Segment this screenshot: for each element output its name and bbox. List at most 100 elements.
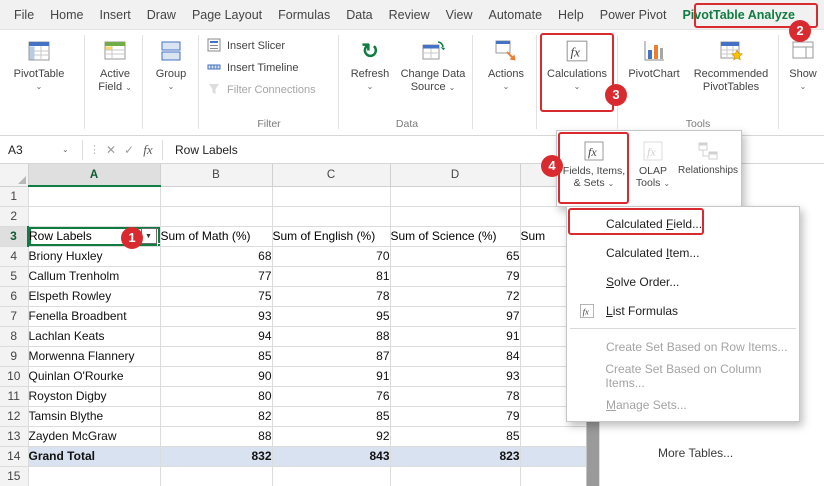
cell[interactable]: 94	[160, 326, 272, 346]
name-box[interactable]: A3	[0, 143, 62, 157]
menu-item-calculated-field[interactable]: Calculated Field...	[567, 209, 799, 238]
menu-item-create-set-row-items[interactable]: Create Set Based on Row Items...	[567, 332, 799, 361]
cell[interactable]: Briony Huxley	[28, 246, 160, 266]
tab-pivottable-analyze[interactable]: PivotTable Analyze	[674, 0, 803, 30]
insert-function-icon[interactable]: fx	[138, 142, 158, 158]
cell[interactable]: 78	[272, 286, 390, 306]
cell[interactable]: 70	[272, 246, 390, 266]
cell-sum-science-header[interactable]: Sum of Science (%)	[390, 226, 520, 246]
cell[interactable]: Lachlan Keats	[28, 326, 160, 346]
cell[interactable]: 91	[272, 366, 390, 386]
cell[interactable]: 92	[272, 426, 390, 446]
column-header-a[interactable]: A	[28, 164, 160, 186]
column-header-b[interactable]: B	[160, 164, 272, 186]
filter-connections-button[interactable]: Filter Connections	[206, 80, 316, 100]
tab-power-pivot[interactable]: Power Pivot	[592, 0, 675, 30]
cell[interactable]	[272, 206, 390, 226]
cell[interactable]: 76	[272, 386, 390, 406]
cell[interactable]: Elspeth Rowley	[28, 286, 160, 306]
cell[interactable]: Fenella Broadbent	[28, 306, 160, 326]
row-header[interactable]: 8	[0, 326, 28, 346]
name-box-chevron-icon[interactable]: ⌄	[62, 145, 78, 154]
row-header[interactable]: 13	[0, 426, 28, 446]
change-data-source-button[interactable]: Change Data Source⌄	[398, 34, 468, 126]
cell-grand-total[interactable]: Grand Total	[28, 446, 160, 466]
tab-help[interactable]: Help	[550, 0, 592, 30]
tab-data[interactable]: Data	[338, 0, 380, 30]
active-field-button[interactable]: Active Field⌄	[90, 34, 140, 126]
cell[interactable]: 88	[160, 426, 272, 446]
cell[interactable]: 843	[272, 446, 390, 466]
column-header-c[interactable]: C	[272, 164, 390, 186]
cell[interactable]	[390, 466, 520, 486]
cancel-icon[interactable]: ✕	[102, 143, 120, 157]
cell[interactable]: 93	[390, 366, 520, 386]
cell[interactable]: 79	[390, 406, 520, 426]
row-header[interactable]: 7	[0, 306, 28, 326]
tab-home[interactable]: Home	[42, 0, 91, 30]
cell[interactable]	[520, 466, 586, 486]
cell[interactable]	[160, 206, 272, 226]
tab-automate[interactable]: Automate	[481, 0, 551, 30]
row-header[interactable]: 5	[0, 266, 28, 286]
cell[interactable]: 823	[390, 446, 520, 466]
cell[interactable]	[28, 466, 160, 486]
cell[interactable]	[28, 186, 160, 206]
row-header[interactable]: 11	[0, 386, 28, 406]
cell[interactable]	[160, 186, 272, 206]
formula-bar-handle-icon[interactable]: ⋮	[89, 143, 100, 156]
insert-slicer-button[interactable]: Insert Slicer	[206, 36, 285, 56]
cell[interactable]: 97	[390, 306, 520, 326]
cell[interactable]: 79	[390, 266, 520, 286]
cell[interactable]: 85	[390, 426, 520, 446]
cell[interactable]: 832	[160, 446, 272, 466]
cell[interactable]: Morwenna Flannery	[28, 346, 160, 366]
tab-review[interactable]: Review	[381, 0, 438, 30]
row-header[interactable]: 15	[0, 466, 28, 486]
refresh-button[interactable]: ↻ Refresh ⌄	[346, 34, 394, 126]
pivottable-button[interactable]: PivotTable ⌄	[8, 34, 70, 126]
column-header-d[interactable]: D	[390, 164, 520, 186]
cell[interactable]	[390, 206, 520, 226]
more-tables-link[interactable]: More Tables...	[658, 446, 733, 460]
cell[interactable]	[28, 206, 160, 226]
cell[interactable]: Royston Digby	[28, 386, 160, 406]
cell-sum-math-header[interactable]: Sum of Math (%)	[160, 226, 272, 246]
row-header[interactable]: 2	[0, 206, 28, 226]
olap-tools-button[interactable]: fx OLAP Tools⌄	[629, 134, 677, 204]
row-header[interactable]: 12	[0, 406, 28, 426]
insert-timeline-button[interactable]: Insert Timeline	[206, 58, 299, 78]
cell[interactable]: 65	[390, 246, 520, 266]
cell[interactable]: 68	[160, 246, 272, 266]
group-button[interactable]: Group ⌄	[148, 34, 194, 126]
enter-icon[interactable]: ✓	[120, 143, 138, 157]
cell[interactable]: 91	[390, 326, 520, 346]
cell[interactable]	[272, 466, 390, 486]
fill-handle[interactable]	[157, 243, 161, 247]
row-header[interactable]: 3	[0, 226, 28, 246]
relationships-button[interactable]: Relationships	[677, 134, 739, 204]
cell[interactable]: 88	[272, 326, 390, 346]
cell-sum-english-header[interactable]: Sum of English (%)	[272, 226, 390, 246]
cell[interactable]: Quinlan O'Rourke	[28, 366, 160, 386]
tab-view[interactable]: View	[438, 0, 481, 30]
cell[interactable]: 72	[390, 286, 520, 306]
tab-draw[interactable]: Draw	[139, 0, 184, 30]
cell[interactable]: 81	[272, 266, 390, 286]
calculations-button[interactable]: fx Calculations ⌄	[541, 34, 613, 126]
row-header[interactable]: 10	[0, 366, 28, 386]
tab-file[interactable]: File	[6, 0, 42, 30]
row-header[interactable]: 14	[0, 446, 28, 466]
fields-items-sets-button[interactable]: fx Fields, Items, & Sets⌄	[559, 134, 629, 204]
cell[interactable]: Callum Trenholm	[28, 266, 160, 286]
menu-item-calculated-item[interactable]: Calculated Item...	[567, 238, 799, 267]
menu-item-list-formulas[interactable]: fx List Formulas	[567, 296, 799, 325]
row-header[interactable]: 1	[0, 186, 28, 206]
recommended-pivottables-button[interactable]: Recommended PivotTables	[688, 34, 774, 126]
cell[interactable]: Tamsin Blythe	[28, 406, 160, 426]
show-button[interactable]: Show ⌄	[782, 34, 824, 126]
row-header[interactable]: 9	[0, 346, 28, 366]
cell[interactable]: 87	[272, 346, 390, 366]
menu-item-manage-sets[interactable]: Manage Sets...	[567, 390, 799, 419]
cell[interactable]	[520, 426, 586, 446]
